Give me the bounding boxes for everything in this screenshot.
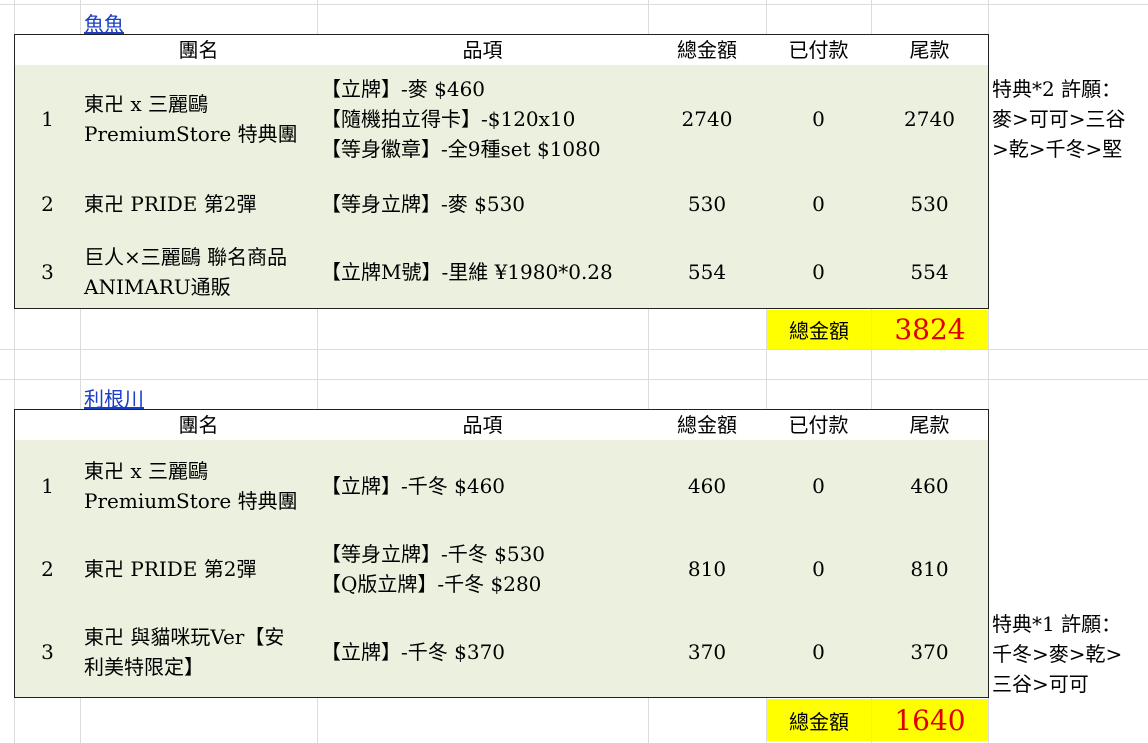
- header-items: 品項: [317, 34, 649, 66]
- row-number: 2: [14, 531, 81, 608]
- header-paid: 已付款: [766, 409, 872, 441]
- header-group: 團名: [80, 409, 318, 441]
- grand-total-value[interactable]: 1640: [872, 699, 988, 741]
- total-cell[interactable]: 370: [648, 607, 767, 698]
- grand-total-value[interactable]: 3824: [872, 310, 988, 349]
- header-total: 總金額: [648, 34, 767, 66]
- total-cell[interactable]: 2740: [648, 65, 767, 173]
- row-number: 3: [14, 235, 81, 309]
- items-cell[interactable]: 【等身立牌】-麥 $530: [317, 172, 649, 236]
- balance-cell[interactable]: 2740: [871, 65, 989, 173]
- balance-cell[interactable]: 370: [871, 607, 989, 698]
- paid-cell[interactable]: 0: [766, 531, 872, 608]
- group-name-cell[interactable]: 東卍 x 三麗鷗 PremiumStore 特典團: [80, 65, 318, 173]
- group-name-cell[interactable]: 東卍 x 三麗鷗 PremiumStore 特典團: [80, 440, 318, 532]
- header-paid: 已付款: [766, 34, 872, 66]
- header-total: 總金額: [648, 409, 767, 441]
- buyer-link[interactable]: 魚魚: [84, 8, 124, 37]
- order-section-tonegawa: 利根川 團名 品項 總金額 已付款 尾款 1 東卍 x 三麗鷗 PremiumS…: [0, 375, 1148, 741]
- order-section-yuyu: 魚魚 團名 品項 總金額 已付款 尾款 1 東卍 x 三麗鷗 PremiumSt…: [0, 0, 1148, 349]
- items-cell[interactable]: 【等身立牌】-千冬 $530 【Q版立牌】-千冬 $280: [317, 531, 649, 608]
- total-cell[interactable]: 810: [648, 531, 767, 608]
- group-name-cell[interactable]: 東卍 與貓咪玩Ver【安 利美特限定】: [80, 607, 318, 698]
- grand-total-label: 總金額: [767, 310, 871, 349]
- group-name-cell[interactable]: 東卍 PRIDE 第2彈: [80, 172, 318, 236]
- balance-cell[interactable]: 554: [871, 235, 989, 309]
- balance-cell[interactable]: 460: [871, 440, 989, 532]
- wishlist-note[interactable]: 特典*2 許願： 麥>可可>三谷 >乾>千冬>堅: [992, 74, 1148, 164]
- group-name-cell[interactable]: 東卍 PRIDE 第2彈: [80, 531, 318, 608]
- total-cell[interactable]: 554: [648, 235, 767, 309]
- items-cell[interactable]: 【立牌】-千冬 $370: [317, 607, 649, 698]
- group-name-cell[interactable]: 巨人×三麗鷗 聯名商品 ANIMARU通販: [80, 235, 318, 309]
- paid-cell[interactable]: 0: [766, 607, 872, 698]
- row-number: 2: [14, 172, 81, 236]
- grand-total-label: 總金額: [767, 699, 871, 741]
- paid-cell[interactable]: 0: [766, 65, 872, 173]
- header-balance: 尾款: [871, 34, 989, 66]
- wishlist-note[interactable]: 特典*1 許願： 千冬>麥>乾> 三谷>可可: [992, 609, 1148, 699]
- header-items: 品項: [317, 409, 649, 441]
- paid-cell[interactable]: 0: [766, 172, 872, 236]
- items-cell[interactable]: 【立牌】-麥 $460 【隨機拍立得卡】-$120x10 【等身徽章】-全9種s…: [317, 65, 649, 173]
- paid-cell[interactable]: 0: [766, 440, 872, 532]
- header-balance: 尾款: [871, 409, 989, 441]
- row-number: 3: [14, 607, 81, 698]
- total-cell[interactable]: 460: [648, 440, 767, 532]
- items-cell[interactable]: 【立牌M號】-里維 ¥1980*0.28: [317, 235, 649, 309]
- row-number: 1: [14, 65, 81, 173]
- balance-cell[interactable]: 810: [871, 531, 989, 608]
- gridline: [0, 349, 1148, 350]
- header-no: [14, 409, 81, 441]
- paid-cell[interactable]: 0: [766, 235, 872, 309]
- total-cell[interactable]: 530: [648, 172, 767, 236]
- row-number: 1: [14, 440, 81, 532]
- balance-cell[interactable]: 530: [871, 172, 989, 236]
- header-no: [14, 34, 81, 66]
- buyer-link[interactable]: 利根川: [84, 383, 144, 412]
- header-group: 團名: [80, 34, 318, 66]
- items-cell[interactable]: 【立牌】-千冬 $460: [317, 440, 649, 532]
